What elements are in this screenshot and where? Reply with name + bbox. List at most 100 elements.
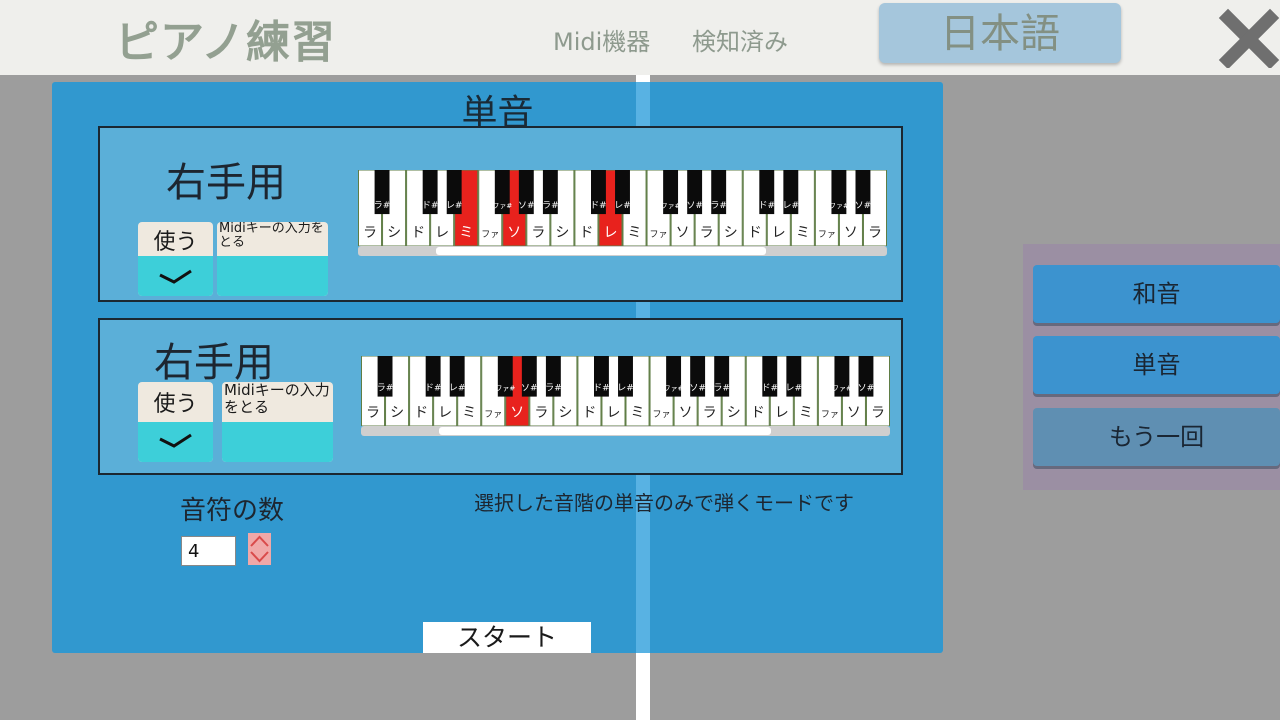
black-key-label: ラ# (713, 383, 730, 394)
black-key-label: ド# (758, 201, 775, 211)
white-key-label: シ (387, 225, 401, 241)
white-key-label: ラ (868, 225, 882, 241)
white-key-label: ファ (484, 410, 502, 420)
white-key-label: レ (435, 225, 449, 241)
white-key-label: ド (582, 405, 596, 421)
black-key-label: ド# (422, 201, 439, 211)
white-key-label: シ (727, 405, 741, 421)
black-key-label: ファ# (832, 385, 852, 393)
black-key-label: ソ# (521, 384, 538, 394)
midi-input-button[interactable]: Midiキーの入力をとる (217, 222, 328, 296)
white-key-label: ド (751, 405, 765, 421)
black-key-label: ラ# (377, 383, 394, 394)
white-key-label: シ (558, 405, 572, 421)
white-key-label: レ (775, 405, 789, 421)
hand-label: 右手用 (154, 340, 274, 386)
top-bar: ピアノ練習 Midi機器 検知済み 日本語 (0, 0, 1280, 75)
midi-input-label: Midiキーの入力をとる (224, 382, 330, 416)
black-key-label: ソ# (858, 384, 875, 394)
stepper-down-icon[interactable] (250, 551, 269, 563)
white-key-label: ラ (531, 225, 545, 241)
language-button[interactable]: 日本語 (879, 3, 1121, 63)
keyboard-scroll-thumb[interactable] (436, 247, 766, 255)
black-key-label: レ# (783, 201, 800, 211)
black-key-label: ラ# (542, 200, 559, 211)
white-key-label: ファ (650, 230, 668, 240)
white-key-label: ラ (366, 405, 380, 421)
stepper-up-icon[interactable] (250, 535, 269, 547)
piano-keyboard[interactable]: ラシドレミファソラシドレミファソラシドレミファソララ# ド# レ# ファ# ソ# ラ# ド#… (358, 169, 888, 247)
keyboard-scroll-thumb[interactable] (439, 427, 771, 435)
piano-keys: ラシドレミファソラシドレミファソラシドレミファソララ# ド# レ# ファ# ソ# ラ# ド#… (358, 169, 888, 247)
chord-mode-button[interactable]: 和音 (1033, 265, 1280, 323)
white-key-label: ソ (510, 405, 524, 421)
mode-panel: 単音 右手用 使う Midiキーの入力をとる ラシドレミファソラシドレミファソラ… (52, 82, 943, 653)
white-key-label: ラ (871, 405, 885, 421)
white-key-label: ド (414, 405, 428, 421)
black-key-label: ファ# (664, 385, 684, 393)
black-key-label: ド# (761, 384, 778, 394)
white-key-label: シ (724, 225, 738, 241)
keyboard-scrollbar[interactable] (358, 246, 887, 256)
use-label: 使う (153, 392, 198, 417)
black-key-label: ラ# (710, 200, 727, 211)
hand-section-1: 右手用 使う Midiキーの入力をとる ラシドレミファソラシドレミファソラシドレ… (98, 126, 903, 302)
note-count-label: 音符の数 (180, 496, 285, 526)
black-key-label: レ# (449, 384, 466, 394)
start-button[interactable]: スタート (423, 622, 591, 653)
white-key-label: ファ (818, 230, 836, 240)
midi-input-indicator (217, 256, 328, 296)
white-key-label: ミ (631, 405, 645, 421)
checkmark-area (138, 422, 213, 462)
white-key-label: ド (748, 225, 762, 241)
use-toggle-button[interactable]: 使う (138, 222, 213, 296)
white-key-label: ソ (847, 405, 861, 421)
retry-button[interactable]: もう一回 (1033, 408, 1280, 466)
white-key-label: ミ (628, 225, 642, 241)
black-key-label: レ# (617, 384, 634, 394)
white-key-label: ファ (653, 410, 671, 420)
mode-description: 選択した音階の単音のみで弾くモードです (474, 491, 854, 515)
midi-input-indicator (222, 422, 333, 462)
black-key-label: ソ# (689, 384, 706, 394)
white-key-label: ミ (796, 225, 810, 241)
white-key-label: ラ (363, 225, 377, 241)
white-key-label: ド (411, 225, 425, 241)
white-key-label: ファ (821, 410, 839, 420)
black-key-label: ド# (425, 384, 442, 394)
white-key-label: ラ (534, 405, 548, 421)
use-label: 使う (153, 230, 198, 255)
white-key-label: ソ (844, 225, 858, 241)
piano-keys: ラシドレミファソラシドレミファソラシドレミファソララ# ド# レ# ファ# ソ# ラ# ド#… (361, 355, 891, 427)
white-key-label: ミ (799, 405, 813, 421)
black-key-label: ファ# (661, 202, 681, 210)
note-count-input[interactable]: 4 (181, 536, 236, 566)
white-key-label: ラ (703, 405, 717, 421)
use-toggle-button[interactable]: 使う (138, 382, 213, 462)
black-key-label: レ# (786, 384, 803, 394)
white-key-label: ラ (700, 225, 714, 241)
midi-input-button[interactable]: Midiキーの入力をとる (222, 382, 333, 462)
white-key-label: ミ (459, 225, 473, 241)
black-key-label: ファ# (829, 202, 849, 210)
single-note-mode-button[interactable]: 単音 (1033, 336, 1280, 394)
white-key-label: ソ (676, 225, 690, 241)
midi-device-label: Midi機器 (553, 28, 651, 56)
keyboard-scrollbar[interactable] (361, 426, 890, 436)
black-key-label: ファ# (495, 385, 515, 393)
mode-select-panel: 和音 単音 もう一回 (1023, 244, 1280, 490)
close-icon[interactable] (1216, 6, 1280, 70)
white-key-label: シ (390, 405, 404, 421)
midi-input-label: Midiキーの入力をとる (219, 222, 324, 250)
black-key-label: ファ# (492, 202, 512, 210)
midi-status-text: 検知済み (692, 28, 788, 56)
app-title: ピアノ練習 (115, 17, 337, 68)
black-key-label: ソ# (686, 201, 703, 211)
piano-keyboard[interactable]: ラシドレミファソラシドレミファソラシドレミファソララ# ド# レ# ファ# ソ# ラ# ド#… (361, 355, 891, 427)
black-key-label: ラ# (545, 383, 562, 394)
white-key-label: ソ (679, 405, 693, 421)
white-key-label: ド (579, 225, 593, 241)
black-key-label: ソ# (855, 201, 872, 211)
black-key-label: レ# (614, 201, 631, 211)
note-count-stepper[interactable] (248, 533, 271, 565)
